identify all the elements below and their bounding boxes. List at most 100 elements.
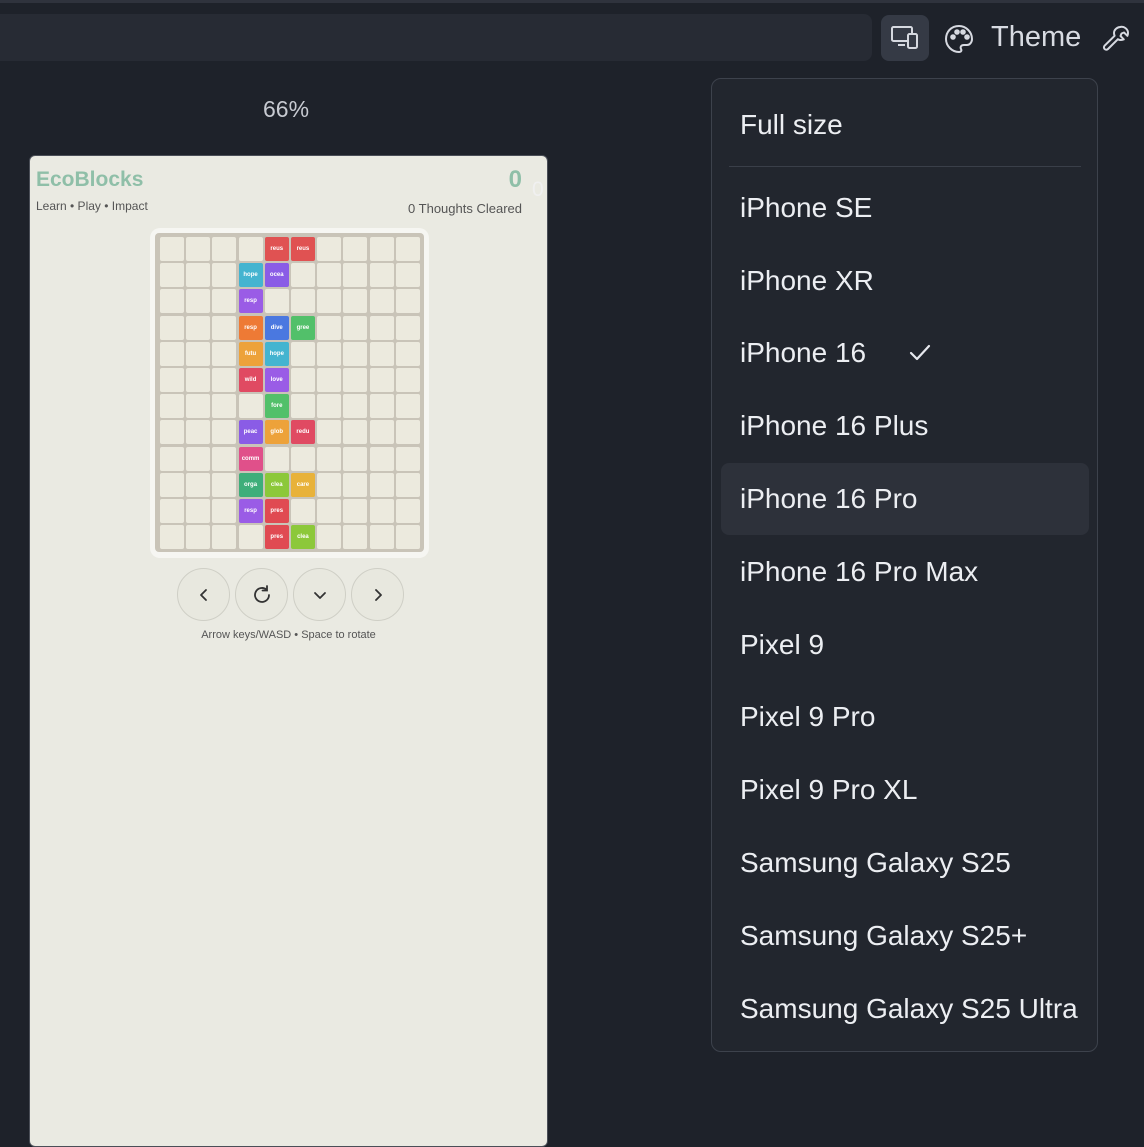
chevron-left-icon [199,588,207,601]
device-option[interactable]: Samsung Galaxy S25+ [721,900,1089,972]
tools-button[interactable] [1098,20,1136,58]
word-block: ocea [264,263,289,288]
zoom-level: 66% [263,96,310,122]
device-option-label: Pixel 9 [740,629,825,660]
empty-cell [395,525,420,550]
device-option[interactable]: iPhone 16 Plus [721,390,1089,462]
move-left-button[interactable] [177,568,230,621]
empty-cell [290,341,315,366]
empty-cell [186,394,211,419]
empty-cell [369,525,394,550]
word-block: pres [264,525,289,550]
checkmark-icon [909,344,931,361]
empty-cell [186,237,211,261]
empty-cell [290,289,315,314]
palette-icon [944,24,974,54]
empty-cell [317,472,342,497]
device-option-label: Pixel 9 Pro XL [740,774,918,805]
empty-cell [317,237,342,261]
device-option[interactable]: iPhone 16 [721,317,1089,389]
empty-cell [264,289,289,314]
move-right-button[interactable] [351,568,404,621]
empty-cell [160,446,184,471]
empty-cell [317,446,342,471]
word-block: hope [238,263,263,288]
empty-cell [212,472,237,497]
device-option[interactable]: Pixel 9 [721,609,1089,681]
empty-cell [395,237,420,261]
word-block: comm [238,446,263,471]
empty-cell [395,341,420,366]
empty-cell [317,498,342,523]
device-option-label: Samsung Galaxy S25+ [740,920,1028,951]
empty-cell [395,289,420,314]
empty-cell [343,315,368,340]
empty-cell [343,367,368,392]
empty-cell [212,525,237,550]
overflow-score: 0 [532,178,544,201]
word-block: clea [264,472,289,497]
empty-cell [238,525,263,550]
empty-cell [186,525,211,550]
device-option[interactable]: iPhone 16 Pro [721,463,1089,535]
score-value: 0 [508,166,522,193]
device-option-label: iPhone 16 Pro Max [740,556,979,587]
empty-cell [160,525,184,550]
empty-cell [395,420,420,445]
device-option[interactable]: Samsung Galaxy S25 Ultra [721,973,1089,1045]
word-block: peac [238,420,263,445]
empty-cell [212,394,237,419]
empty-cell [343,289,368,314]
empty-cell [369,263,394,288]
device-toggle-button[interactable] [881,15,929,61]
word-block: hope [264,341,289,366]
empty-cell [186,289,211,314]
word-block: reus [290,237,315,261]
empty-cell [369,289,394,314]
word-block: resp [238,289,263,314]
theme-label[interactable]: Theme [991,21,1081,54]
device-option[interactable]: iPhone 16 Pro Max [721,536,1089,608]
address-bar[interactable] [0,14,872,61]
empty-cell [317,289,342,314]
device-option[interactable]: Full size [721,89,1089,161]
device-option-label: Pixel 9 Pro [740,701,876,732]
board-grid: reus reus hope ocea resp resp dive gree futu hope… [160,237,420,550]
device-option[interactable]: Pixel 9 Pro XL [721,754,1089,826]
empty-cell [290,498,315,523]
empty-cell [186,472,211,497]
empty-cell [212,315,237,340]
empty-cell [343,394,368,419]
device-option[interactable]: Pixel 9 Pro [721,681,1089,753]
game-board[interactable]: reus reus hope ocea resp resp dive gree futu hope… [155,233,424,552]
empty-cell [186,420,211,445]
drop-button[interactable] [293,568,346,621]
empty-cell [317,263,342,288]
empty-cell [212,446,237,471]
empty-cell [369,394,394,419]
empty-cell [238,394,263,419]
device-option-label: iPhone XR [740,265,874,296]
empty-cell [160,315,184,340]
empty-cell [212,498,237,523]
empty-cell [343,420,368,445]
empty-cell [317,394,342,419]
word-block: dive [264,315,289,340]
device-option[interactable]: iPhone SE [721,172,1089,244]
theme-button[interactable] [940,20,978,58]
empty-cell [395,367,420,392]
empty-cell [212,263,237,288]
word-block: futu [238,341,263,366]
device-option[interactable]: iPhone XR [721,245,1089,317]
word-block: redu [290,420,315,445]
word-block: resp [238,315,263,340]
empty-cell [160,420,184,445]
rotate-button[interactable] [235,568,288,621]
word-block: reus [264,237,289,261]
empty-cell [186,367,211,392]
empty-cell [160,341,184,366]
device-option-label: iPhone 16 Plus [740,410,929,441]
empty-cell [212,420,237,445]
device-option-label: Samsung Galaxy S25 [740,847,1011,878]
device-option[interactable]: Samsung Galaxy S25 [721,827,1089,899]
